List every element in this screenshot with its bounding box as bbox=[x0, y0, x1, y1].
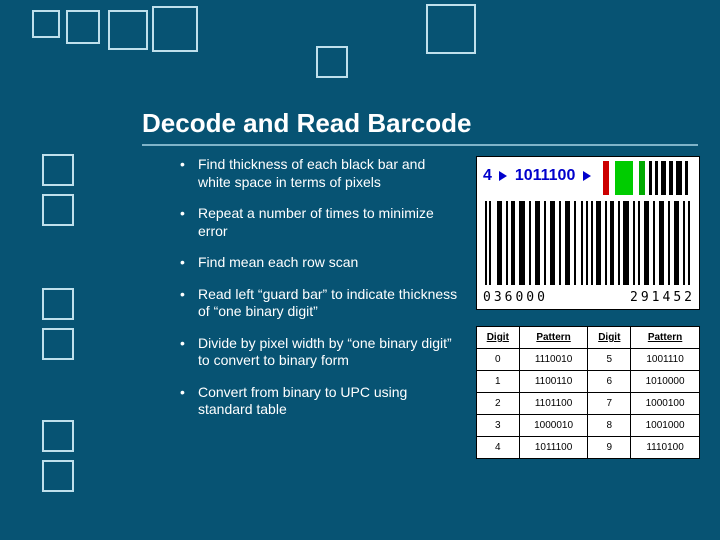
table-row: 0111001051001110 bbox=[477, 349, 700, 371]
bullet-item: Repeat a number of times to minimize err… bbox=[176, 205, 460, 240]
triangle-icon bbox=[583, 171, 591, 181]
table-cell: 9 bbox=[588, 437, 631, 459]
deco-box bbox=[316, 46, 348, 78]
bullet-item: Divide by pixel width by “one binary dig… bbox=[176, 335, 460, 370]
table-cell: 1110100 bbox=[631, 437, 700, 459]
table-cell: 2 bbox=[477, 393, 520, 415]
deco-box bbox=[42, 154, 74, 186]
table-row: 1110011061010000 bbox=[477, 371, 700, 393]
table-row: 4101110091110100 bbox=[477, 437, 700, 459]
table-cell: 1001000 bbox=[631, 415, 700, 437]
bullet-item: Convert from binary to UPC using standar… bbox=[176, 384, 460, 419]
title-underline bbox=[142, 144, 698, 146]
bullet-list: Find thickness of each black bar and whi… bbox=[176, 156, 460, 433]
table-cell: 5 bbox=[588, 349, 631, 371]
table-cell: 7 bbox=[588, 393, 631, 415]
deco-box bbox=[42, 194, 74, 226]
bullet-item: Find mean each row scan bbox=[176, 254, 460, 272]
barcode-highlight-zone bbox=[603, 161, 697, 195]
table-header: Digit bbox=[588, 327, 631, 349]
table-cell: 8 bbox=[588, 415, 631, 437]
slide-title: Decode and Read Barcode bbox=[142, 108, 471, 139]
table-cell: 4 bbox=[477, 437, 520, 459]
deco-box bbox=[32, 10, 60, 38]
table-cell: 1010000 bbox=[631, 371, 700, 393]
table-cell: 1 bbox=[477, 371, 520, 393]
pattern-table: Digit Pattern Digit Pattern 011100105100… bbox=[476, 326, 700, 459]
bullet-item: Read left “guard bar” to indicate thickn… bbox=[176, 286, 460, 321]
barcode-numbers: 036000 291452 bbox=[483, 290, 695, 305]
table-cell: 1000010 bbox=[519, 415, 588, 437]
table-header: Pattern bbox=[519, 327, 588, 349]
barcode-decoded-label: 4 1011100 bbox=[483, 167, 594, 185]
table-cell: 1001110 bbox=[631, 349, 700, 371]
barcode-numbers-right: 291452 bbox=[630, 290, 695, 305]
barcode-numbers-left: 036000 bbox=[483, 290, 548, 305]
deco-box bbox=[42, 288, 74, 320]
table-cell: 1101100 bbox=[519, 393, 588, 415]
table-cell: 1000100 bbox=[631, 393, 700, 415]
table-cell: 1011100 bbox=[519, 437, 588, 459]
deco-box bbox=[66, 10, 100, 44]
table-header: Digit bbox=[477, 327, 520, 349]
deco-box bbox=[42, 420, 74, 452]
table-cell: 1110010 bbox=[519, 349, 588, 371]
deco-box bbox=[426, 4, 476, 54]
deco-box bbox=[152, 6, 198, 52]
deco-box bbox=[42, 328, 74, 360]
deco-box bbox=[42, 460, 74, 492]
decoded-digit: 4 bbox=[483, 167, 492, 184]
decoded-pattern: 1011100 bbox=[515, 167, 576, 184]
barcode-figure: 4 1011100 bbox=[476, 156, 700, 310]
bullet-item: Find thickness of each black bar and whi… bbox=[176, 156, 460, 191]
table-cell: 0 bbox=[477, 349, 520, 371]
table-cell: 6 bbox=[588, 371, 631, 393]
barcode-bars bbox=[483, 201, 695, 285]
table-row: 3100001081001000 bbox=[477, 415, 700, 437]
table-cell: 3 bbox=[477, 415, 520, 437]
table-header: Pattern bbox=[631, 327, 700, 349]
triangle-icon bbox=[499, 171, 507, 181]
table-cell: 1100110 bbox=[519, 371, 588, 393]
table-row: 2110110071000100 bbox=[477, 393, 700, 415]
deco-box bbox=[108, 10, 148, 50]
